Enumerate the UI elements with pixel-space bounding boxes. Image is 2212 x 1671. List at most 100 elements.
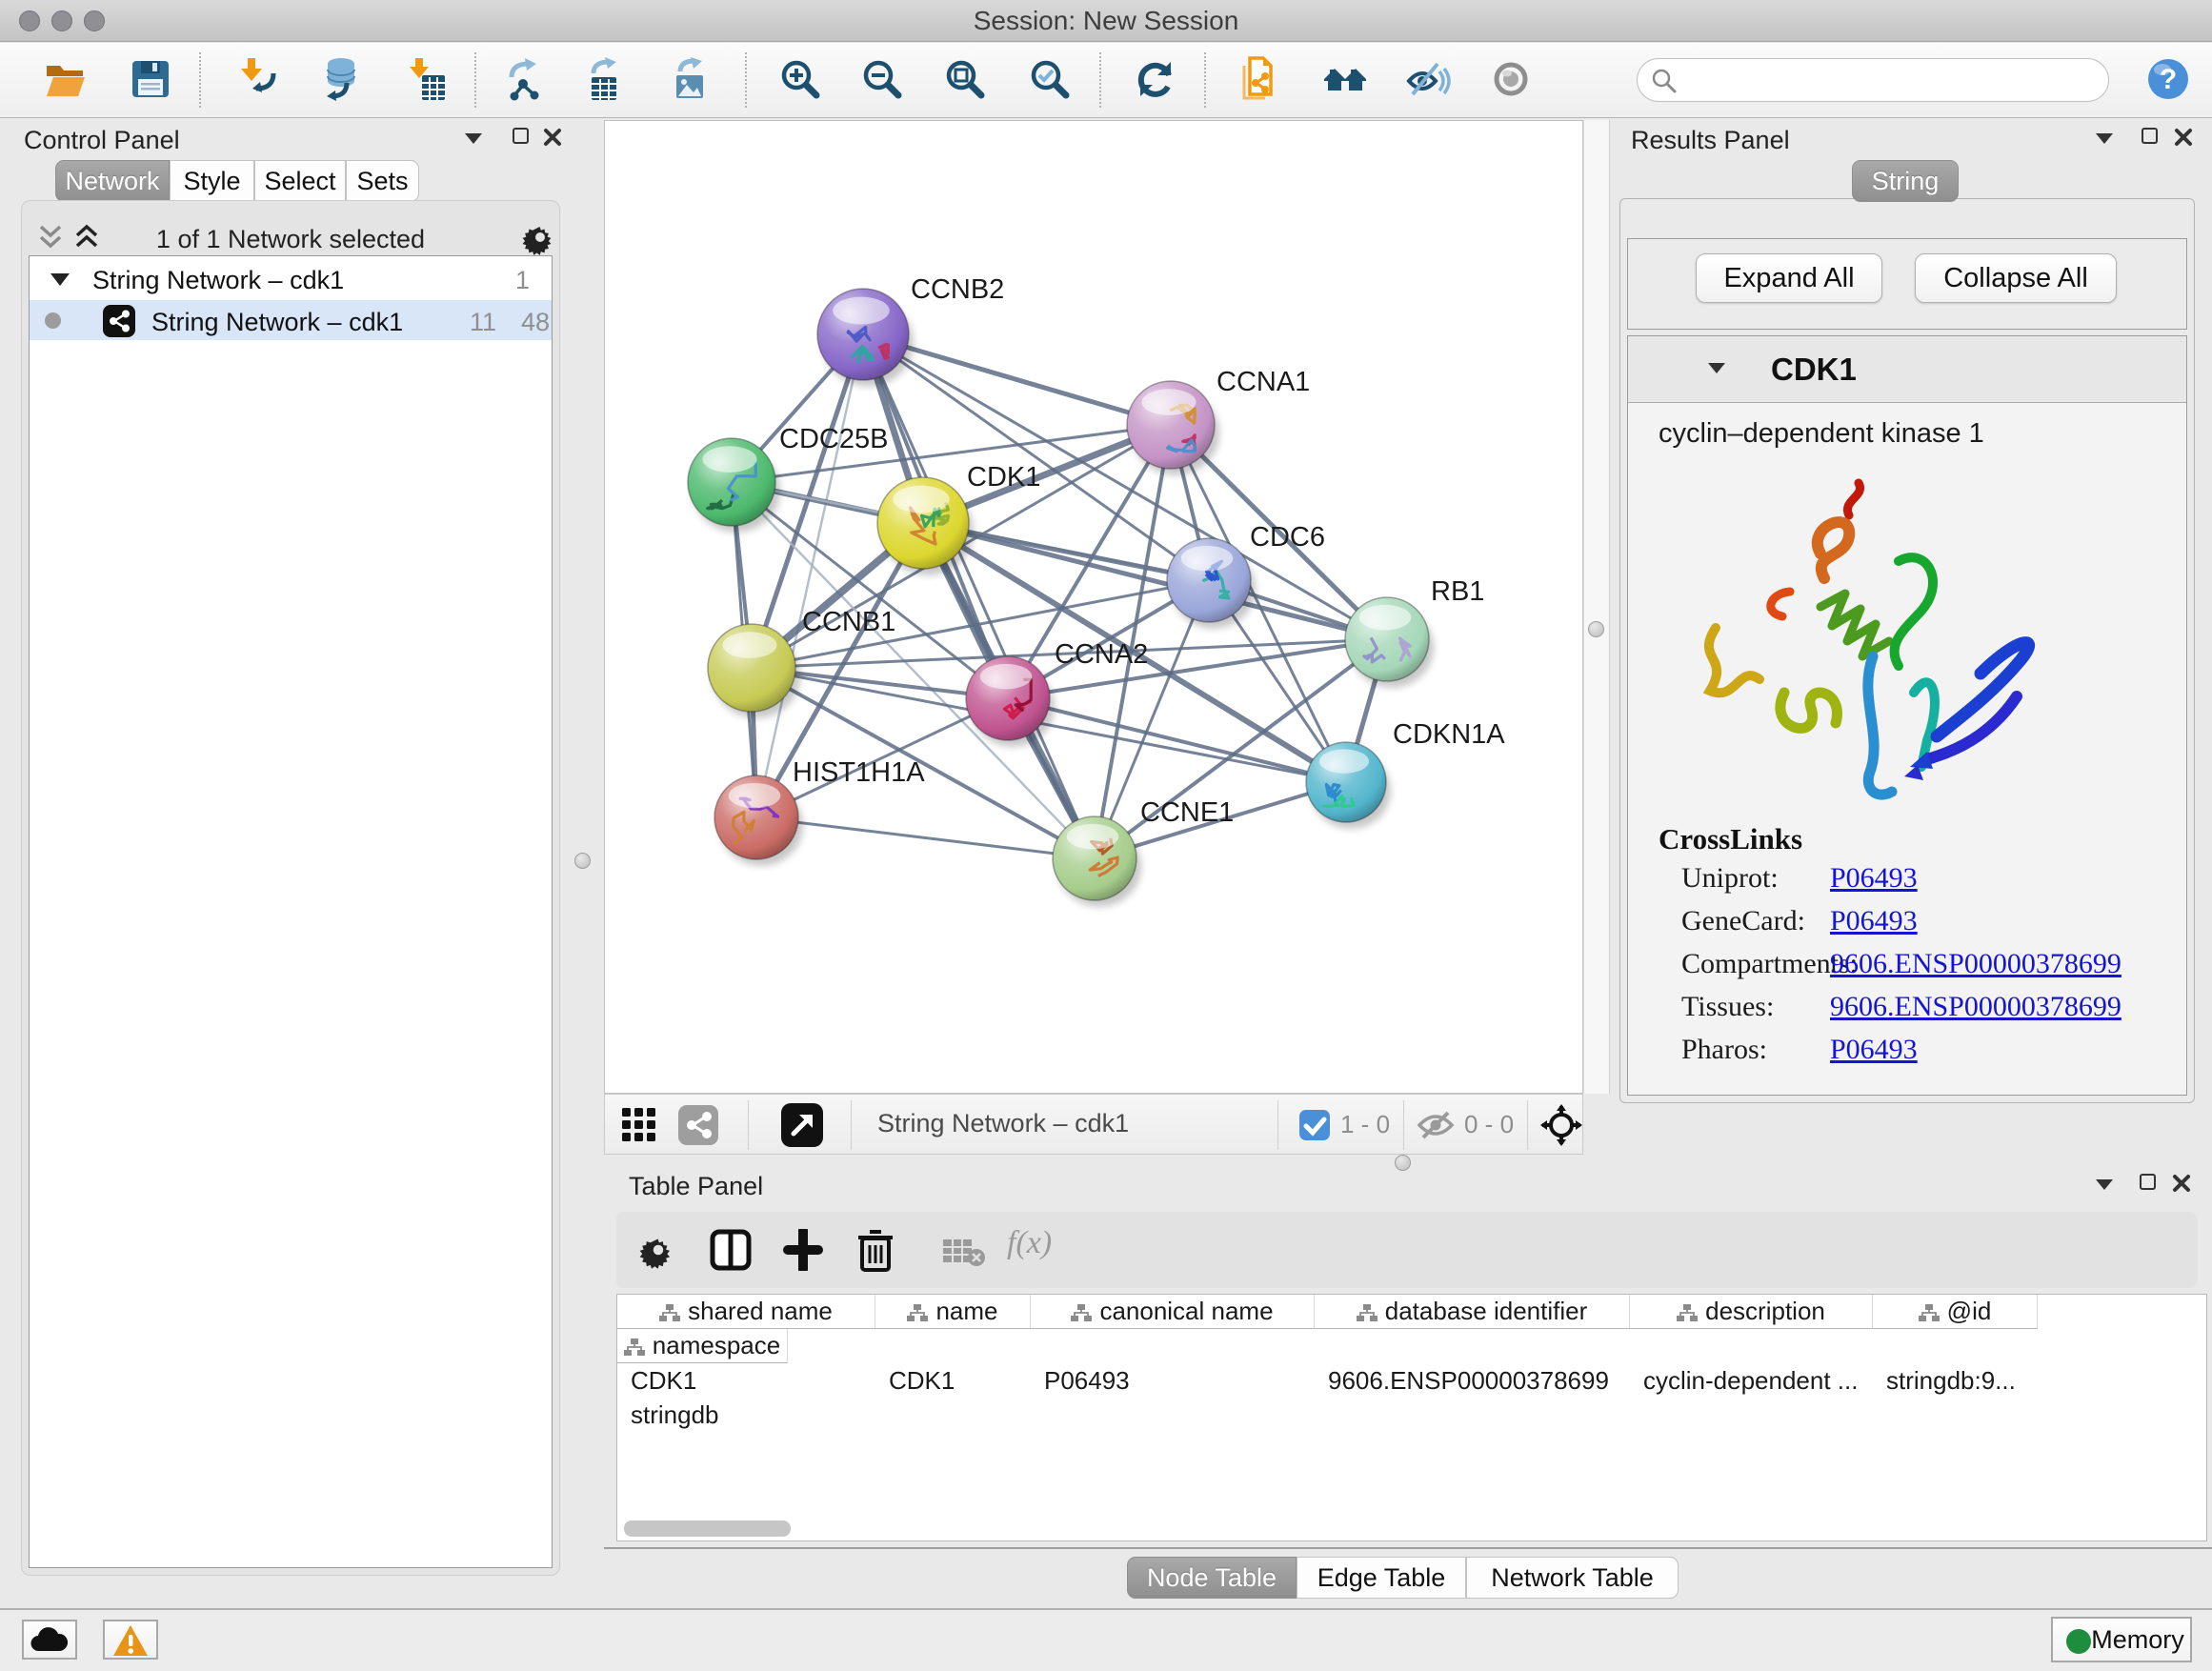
network-collection-row[interactable]: String Network – cdk1 1: [30, 260, 552, 300]
crosslink-value-link[interactable]: 9606.ENSP00000378699: [1830, 948, 2122, 980]
grid-view-icon[interactable]: [620, 1106, 658, 1144]
zoom-selected-icon[interactable]: [1027, 56, 1073, 102]
network-row[interactable]: String Network – cdk1 11 48: [30, 300, 552, 340]
table-cell[interactable]: cyclin-dependent ...: [1630, 1363, 1873, 1398]
string-document-import-icon[interactable]: [1237, 56, 1282, 102]
crosslink-value-link[interactable]: P06493: [1830, 1034, 1918, 1066]
control-panel-close-icon[interactable]: [543, 128, 562, 147]
export-table-icon[interactable]: [584, 56, 630, 102]
table-panel-float-icon[interactable]: [2140, 1174, 2156, 1190]
crosslink-value-link[interactable]: P06493: [1830, 905, 1918, 937]
control-panel-collapse-icon[interactable]: [465, 133, 482, 144]
cloud-button[interactable]: [22, 1620, 77, 1660]
crosslink-label: Uniprot:: [1681, 862, 1779, 895]
save-session-icon[interactable]: [128, 56, 173, 102]
tab-string[interactable]: String: [1852, 160, 1959, 202]
collection-disclosure-icon[interactable]: [50, 273, 70, 286]
import-table-icon[interactable]: [403, 56, 449, 102]
export-network-icon[interactable]: [502, 56, 548, 102]
table-column-header[interactable]: shared name: [617, 1295, 875, 1329]
network-node[interactable]: CDKN1A: [1306, 719, 1505, 829]
tab-node-table[interactable]: Node Table: [1127, 1557, 1297, 1599]
table-cell[interactable]: CDK1: [617, 1363, 875, 1398]
tab-edge-table[interactable]: Edge Table: [1297, 1557, 1466, 1599]
search-field[interactable]: [1637, 58, 2109, 102]
tab-select[interactable]: Select: [254, 160, 346, 202]
zoom-out-icon[interactable]: [859, 56, 905, 102]
search-input[interactable]: [1687, 63, 2097, 97]
zoom-in-icon[interactable]: [777, 56, 823, 102]
create-column-plus-icon[interactable]: [782, 1229, 824, 1271]
bottom-splitter-grip[interactable]: [1395, 1155, 1411, 1171]
network-canvas[interactable]: CCNB2CCNA1CDC25BCDK1CDC6RB1CCNB1CCNA2CDK…: [604, 120, 1583, 1094]
node-label: CDC25B: [779, 424, 888, 454]
open-session-icon[interactable]: [42, 56, 88, 102]
table-cell[interactable]: CDK1: [875, 1363, 1031, 1398]
crosslink-value-link[interactable]: 9606.ENSP00000378699: [1830, 991, 2122, 1023]
collapse-all-button[interactable]: Collapse All: [1915, 253, 2117, 303]
control-panel-float-icon[interactable]: [513, 128, 529, 144]
birdseye-crosshair-icon[interactable]: [1540, 1104, 1582, 1146]
table-column-header[interactable]: description: [1630, 1295, 1873, 1329]
crosslinks-title: CrossLinks: [1659, 822, 1802, 856]
network-list: String Network – cdk1 1 String Network –…: [29, 255, 553, 1568]
results-panel-float-icon[interactable]: [2142, 128, 2158, 144]
selected-checkbox-icon[interactable]: [1298, 1109, 1331, 1141]
table-cell[interactable]: P06493: [1031, 1363, 1315, 1398]
delete-column-trash-icon[interactable]: [856, 1227, 895, 1273]
network-node[interactable]: CDC25B: [688, 424, 888, 533]
memory-button[interactable]: Memory: [2051, 1617, 2192, 1662]
results-panel-close-icon[interactable]: [2174, 128, 2193, 147]
network-node[interactable]: CCNA1: [1127, 367, 1310, 475]
table-column-header[interactable]: name: [875, 1295, 1031, 1329]
single-view-share-icon[interactable]: [677, 1104, 719, 1146]
hide-glyphs-eye-icon[interactable]: [1405, 56, 1451, 102]
gene-description: cyclin–dependent kinase 1: [1659, 418, 1984, 450]
table-cell[interactable]: stringdb: [617, 1398, 788, 1432]
gene-card-header[interactable]: CDK1: [1628, 336, 2186, 403]
toolbar-separator: [199, 52, 201, 108]
node-label: CDK1: [967, 462, 1040, 493]
collapse-all-networks-icon[interactable]: [36, 223, 65, 252]
results-panel-collapse-icon[interactable]: [2096, 133, 2113, 144]
table-cell[interactable]: 9606.ENSP00000378699: [1315, 1363, 1630, 1398]
import-network-database-icon[interactable]: [314, 56, 360, 102]
gene-disclosure-icon[interactable]: [1708, 363, 1725, 373]
left-splitter-grip[interactable]: [574, 853, 591, 869]
tab-style[interactable]: Style: [170, 160, 254, 202]
help-icon[interactable]: ?: [2145, 56, 2191, 102]
table-column-header[interactable]: database identifier: [1315, 1295, 1630, 1329]
show-glyphs-eye-icon[interactable]: [1488, 56, 1534, 102]
table-column-header[interactable]: canonical name: [1031, 1295, 1315, 1329]
tab-sets[interactable]: Sets: [346, 160, 419, 202]
gene-symbol: CDK1: [1771, 352, 1857, 388]
table-cell[interactable]: stringdb:9...: [1873, 1363, 2038, 1398]
column-tree-icon: [624, 1339, 645, 1356]
right-splitter-grip[interactable]: [1588, 621, 1604, 637]
table-panel-collapse-icon[interactable]: [2096, 1179, 2113, 1190]
network-options-gear-icon[interactable]: [522, 219, 558, 255]
table-hscrollbar-thumb[interactable]: [624, 1520, 791, 1537]
apply-layout-refresh-icon[interactable]: [1133, 56, 1178, 102]
warnings-button[interactable]: [103, 1620, 158, 1660]
import-network-file-icon[interactable]: [235, 56, 281, 102]
table-column-header[interactable]: @id: [1873, 1295, 2038, 1329]
network-label: String Network – cdk1: [151, 308, 403, 337]
expand-all-networks-icon[interactable]: [72, 223, 101, 252]
table-options-gear-icon[interactable]: [639, 1231, 677, 1269]
export-image-icon[interactable]: [669, 56, 714, 102]
show-columns-icon[interactable]: [710, 1229, 752, 1271]
tab-network[interactable]: Network: [55, 160, 170, 202]
network-node[interactable]: RB1: [1345, 576, 1484, 688]
network-node[interactable]: CCNE1: [1053, 797, 1234, 907]
zoom-fit-icon[interactable]: [942, 56, 988, 102]
network-node[interactable]: CDK1: [877, 462, 1040, 575]
crosslink-value-link[interactable]: P06493: [1830, 862, 1918, 895]
houses-icon[interactable]: [1322, 56, 1368, 102]
detach-view-icon[interactable]: [780, 1102, 824, 1148]
expand-all-button[interactable]: Expand All: [1696, 253, 1882, 303]
tab-network-table[interactable]: Network Table: [1466, 1557, 1679, 1599]
network-node[interactable]: HIST1H1A: [714, 757, 925, 866]
table-column-header[interactable]: namespace: [617, 1329, 788, 1363]
table-panel-close-icon[interactable]: [2172, 1174, 2191, 1193]
